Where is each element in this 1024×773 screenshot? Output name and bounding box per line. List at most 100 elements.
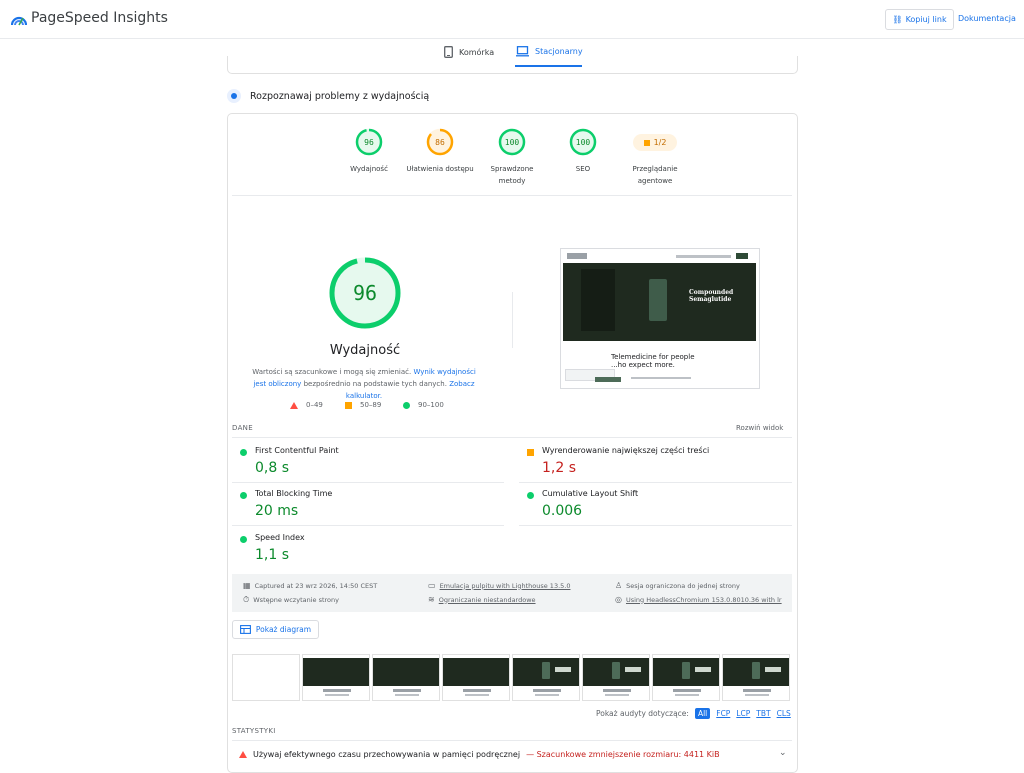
desc-text: Wartości są szacunkowe i mogą się zmieni… (252, 368, 412, 376)
emulation-info[interactable]: ▭ Emulacja pulpitu with Lighthouse 13.5.0 (428, 581, 570, 590)
pagespeed-logo-icon (11, 16, 27, 26)
filter-cls[interactable]: CLS (777, 709, 791, 718)
metric-value: 1,2 s (542, 460, 577, 476)
filmstrip-frame (512, 654, 580, 701)
performance-label: Wydajność (329, 343, 401, 358)
score-gauge-3[interactable]: 100 (498, 128, 526, 156)
metric-value: 0,8 s (255, 460, 290, 476)
filmstrip-frame (372, 654, 440, 701)
metrics-title: DANE (232, 424, 253, 432)
audit-filter-label: Pokaż audyty dotyczące: (596, 709, 689, 718)
filmstrip-frame (232, 654, 300, 701)
browser-info[interactable]: ◎ Using HeadlessChromium 153.0.8010.36 wi… (615, 595, 787, 604)
average-square-icon (345, 401, 352, 409)
expand-view-toggle[interactable]: Rozwiń widok (736, 424, 783, 432)
performance-gauge: 96 (329, 257, 401, 329)
link-icon: ⛓ (892, 15, 903, 24)
banner-button (595, 377, 621, 382)
emulation-text: Emulacja pulpitu with Lighthouse 13.5.0 (439, 581, 571, 590)
hero-headline: Compounded Semaglutide (689, 289, 734, 303)
legend-good-label: 90–100 (418, 401, 444, 409)
throttling-text: Ograniczanie niestandardowe (438, 595, 536, 604)
person-icon: ♙ (615, 581, 623, 590)
gauges-divider (232, 195, 792, 196)
metric-row-divider (232, 482, 504, 483)
metric-value: 0.006 (542, 503, 583, 519)
hero-panel (581, 269, 615, 331)
filmstrip-frame (582, 654, 650, 701)
fail-triangle-icon (290, 401, 298, 409)
throttling-info[interactable]: ≋ Ograniczanie niestandardowe (428, 595, 536, 604)
timer-icon: ⏱ (243, 595, 250, 604)
pass-circle-icon (240, 492, 247, 499)
average-square-icon (643, 139, 650, 146)
legend-bad-label: 0–49 (306, 401, 323, 409)
pass-circle-icon (403, 401, 410, 409)
score-gauge-4[interactable]: 100 (569, 128, 597, 156)
gauge-value: 100 (505, 138, 520, 147)
filmstrip-frame (652, 654, 720, 701)
copy-link-button[interactable]: ⛓ Kopiuj link (885, 9, 954, 30)
diagnose-icon (227, 89, 241, 103)
gauge-label: Ułatwienia dostępu (406, 165, 474, 173)
legend-bad: 0–49 (290, 401, 323, 409)
captured-text: Captured at 23 wrz 2026, 14:50 CEST (254, 581, 378, 590)
performance-description: Wartości są szacunkowe i mogą się zmieni… (246, 366, 482, 402)
gauge-value: 96 (364, 138, 374, 147)
browser-text: Using HeadlessChromium 153.0.8010.36 wit… (625, 595, 782, 604)
metric-name: Total Blocking Time (255, 489, 333, 498)
gauge-label: SEO (575, 165, 591, 173)
vial-image (649, 279, 667, 321)
filter-lcp[interactable]: LCP (736, 709, 750, 718)
performance-score: 96 (353, 281, 377, 305)
show-diagram-button[interactable]: Pokaż diagram (232, 620, 319, 639)
tab-desktop-label: Stacjonarny (535, 47, 583, 56)
stats-divider (232, 740, 792, 741)
filmstrip-frame (442, 654, 510, 701)
vertical-divider (512, 292, 513, 348)
filter-tbt[interactable]: TBT (756, 709, 770, 718)
show-diagram-label: Pokaż diagram (255, 625, 312, 634)
captured-info: ▦ Captured at 23 wrz 2026, 14:50 CEST (243, 581, 377, 590)
gauge-value: 86 (435, 138, 445, 147)
score-gauge-2[interactable]: 86 (426, 128, 454, 156)
banner-text (631, 377, 691, 379)
stats-title: STATYSTYKI (232, 727, 276, 735)
desktop-icon: ▭ (428, 581, 436, 590)
wifi-icon: ≋ (428, 595, 435, 604)
metric-name: First Contentful Paint (255, 446, 339, 455)
metric-value: 20 ms (255, 503, 299, 519)
pass-circle-icon (240, 449, 247, 456)
pass-circle-icon (527, 492, 534, 499)
initial-load-info: ⏱ Wstępne wczytanie strony (243, 595, 339, 605)
docs-link[interactable]: Dokumentacja (958, 14, 1016, 23)
initial-load-text: Wstępne wczytanie strony (253, 596, 340, 604)
metric-row-divider (232, 525, 504, 526)
metric-row-divider (519, 482, 792, 483)
gauge-label: Sprawdzone metody (490, 165, 534, 185)
runtime-settings (232, 574, 792, 612)
site-cta (736, 253, 748, 259)
site-logo (567, 253, 587, 259)
calendar-icon: ▦ (243, 581, 251, 590)
app-title[interactable]: PageSpeed Insights (31, 10, 168, 26)
metrics-divider (232, 437, 792, 438)
session-info: ♙ Sesja ograniczona do jednej strony (615, 581, 740, 590)
table-chart-icon (239, 625, 251, 634)
final-screenshot[interactable]: Compounded Semaglutide Telemedicine for … (560, 248, 760, 389)
previous-card-edge (227, 56, 798, 74)
agentic-badge[interactable]: 1/2 (633, 134, 677, 151)
score-gauge-1[interactable]: 96 (355, 128, 383, 156)
filter-fcp[interactable]: FCP (716, 709, 730, 718)
metric-name: Cumulative Layout Shift (542, 489, 639, 498)
hero-tagline: Telemedicine for people ...ho expect mor… (611, 353, 695, 369)
section-title: Rozpoznawaj problemy z wydajnością (250, 91, 430, 102)
audit-row-cache[interactable]: Używaj efektywnego czasu przechowywania … (239, 750, 720, 759)
metric-row-divider (519, 525, 792, 526)
metric-name: Wyrenderowanie największej części treści (542, 446, 710, 455)
audit-title: Używaj efektywnego czasu przechowywania … (253, 750, 521, 759)
filter-all[interactable]: All (694, 708, 711, 719)
gauge-label: Wydajność (350, 165, 388, 173)
site-nav (676, 255, 731, 258)
gauge-value: 100 (576, 138, 591, 147)
